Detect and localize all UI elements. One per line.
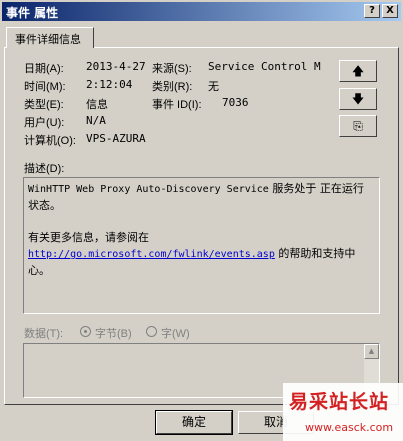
words-radio-label: 字(W) xyxy=(161,328,190,340)
time-value: 2:12:04 xyxy=(86,78,133,91)
category-label: 类别(R): xyxy=(152,81,193,93)
bytes-radio-label: 字节(B) xyxy=(95,328,132,340)
arrow-down-icon: 🡇 xyxy=(351,92,365,106)
copy-icon: ⎘ xyxy=(353,119,363,133)
computer-value: VPS-AZURA xyxy=(86,132,146,145)
time-label: 时间(M): xyxy=(24,81,66,93)
date-value: 2013-4-27 xyxy=(86,60,146,73)
description-label: 描述(D): xyxy=(24,163,65,175)
bytes-radio[interactable] xyxy=(80,326,91,337)
description-line1: WinHTTP Web Proxy Auto-Discovery Service xyxy=(28,184,269,195)
description-line2: 状态。 xyxy=(28,199,61,212)
window-title: 事件 属性 xyxy=(6,6,59,20)
event-id-value: 7036 xyxy=(222,96,249,109)
description-line4-rest: 的帮助和支持中 xyxy=(274,247,356,260)
description-textbox[interactable]: WinHTTP Web Proxy Auto-Discovery Service… xyxy=(23,177,380,314)
title-bar[interactable]: 事件 属性 ? X xyxy=(2,2,401,21)
type-value: 信息 xyxy=(86,98,108,111)
tab-event-details[interactable]: 事件详细信息 xyxy=(6,27,94,48)
user-value: N/A xyxy=(86,114,106,127)
arrow-up-icon: 🡅 xyxy=(351,64,365,78)
event-properties-dialog: 事件 属性 ? X 事件详细信息 日期(A): 2013-4-27 来源(S):… xyxy=(0,0,403,441)
copy-button[interactable]: ⎘ xyxy=(339,115,377,137)
data-label: 数据(T): xyxy=(24,328,64,340)
next-event-button[interactable]: 🡇 xyxy=(339,88,377,110)
tab-label: 事件详细信息 xyxy=(15,33,81,46)
source-label: 来源(S): xyxy=(152,63,192,75)
ok-button[interactable]: 确定 xyxy=(155,410,233,435)
user-label: 用户(U): xyxy=(24,117,65,129)
help-link[interactable]: http://go.microsoft.com/fwlink/events.as… xyxy=(28,249,275,260)
date-label: 日期(A): xyxy=(24,63,64,75)
source-value: Service Control M xyxy=(208,60,321,73)
help-button[interactable]: ? xyxy=(364,4,380,18)
previous-event-button[interactable]: 🡅 xyxy=(339,60,377,82)
watermark-logo: 易采站长站 www.easck.com xyxy=(283,383,403,441)
event-id-label: 事件 ID(I): xyxy=(152,99,202,111)
watermark-url: www.easck.com xyxy=(305,421,394,434)
category-value: 无 xyxy=(208,80,219,93)
watermark-title: 易采站长站 xyxy=(289,391,390,413)
computer-label: 计算机(O): xyxy=(24,135,76,147)
description-line5: 心。 xyxy=(28,264,50,277)
description-line1-rest: 服务处于 正在运行 xyxy=(268,182,364,195)
description-line3: 有关更多信息，请参阅在 xyxy=(28,231,149,244)
scroll-up-icon[interactable]: ▲ xyxy=(364,344,379,359)
close-button[interactable]: X xyxy=(382,4,398,18)
type-label: 类型(E): xyxy=(24,99,64,111)
words-radio[interactable] xyxy=(146,326,157,337)
